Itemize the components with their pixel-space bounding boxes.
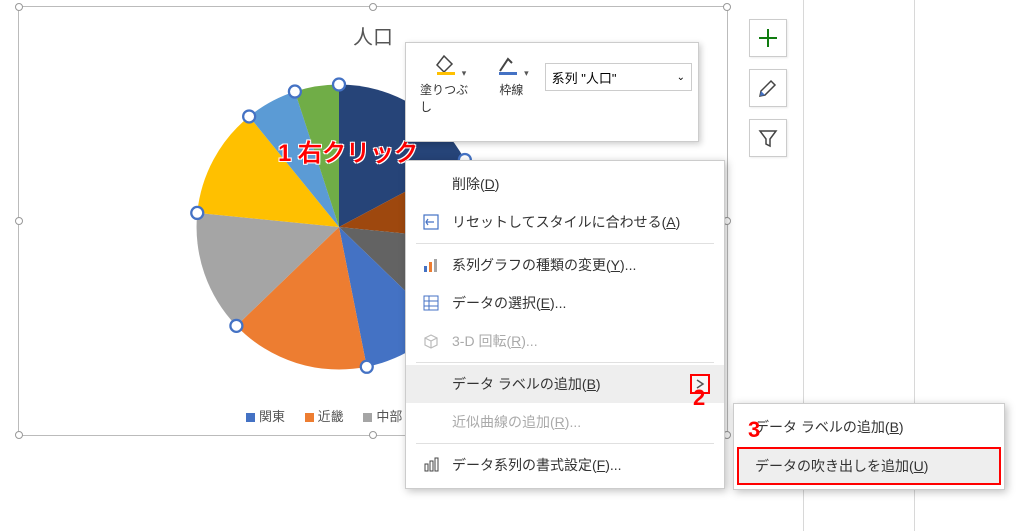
annotation-rightclick: 1 右クリック — [278, 133, 418, 168]
menu-change-chart-type[interactable]: 系列グラフの種類の変更(Y)... — [406, 246, 724, 284]
mini-toolbar: ▾ 塗りつぶし ▾ 枠線 系列 "人口" ⌄ — [405, 42, 699, 142]
context-menu: 削除(D) リセットしてスタイルに合わせる(A) 系列グラフの種類の変更(Y).… — [405, 160, 725, 489]
annotation-step3: 3 — [748, 417, 760, 443]
menu-select-data[interactable]: データの選択(E)... — [406, 284, 724, 322]
chart-title[interactable]: 人口 — [353, 21, 393, 50]
series-name: 系列 "人口" — [552, 68, 617, 87]
chart-styles-button[interactable] — [749, 69, 787, 107]
legend-label: 近畿 — [318, 409, 344, 424]
reset-icon — [420, 212, 442, 232]
menu-3d-rotation: 3-D 回転(R)... — [406, 322, 724, 360]
submenu-add-data-callout[interactable]: データの吹き出しを追加(U) — [737, 447, 1001, 485]
legend-label: 中部 — [376, 409, 402, 424]
series-selector[interactable]: 系列 "人口" ⌄ — [545, 63, 692, 91]
chevron-down-icon: ⌄ — [677, 72, 685, 83]
fill-icon — [432, 51, 460, 79]
outline-button[interactable]: ▾ 枠線 — [486, 49, 537, 100]
menu-format-data-series[interactable]: データ系列の書式設定(F)... — [406, 446, 724, 484]
menu-delete[interactable]: 削除(D) — [406, 165, 724, 203]
data-labels-submenu: データ ラベルの追加(B) データの吹き出しを追加(U) — [733, 403, 1005, 490]
chart-elements-button[interactable] — [749, 19, 787, 57]
menu-add-trendline: 近似曲線の追加(R)... — [406, 403, 724, 441]
legend-label: 関東 — [259, 409, 285, 424]
select-data-icon — [420, 293, 442, 313]
fill-label: 塗りつぶし — [420, 81, 478, 115]
outline-icon — [494, 51, 522, 79]
cube-icon — [420, 331, 442, 351]
format-icon — [420, 455, 442, 475]
chart-type-icon — [420, 255, 442, 275]
outline-label: 枠線 — [499, 81, 523, 98]
fill-button[interactable]: ▾ 塗りつぶし — [412, 49, 486, 117]
menu-add-data-labels[interactable]: データ ラベルの追加(B) — [406, 365, 724, 403]
annotation-step2: 2 — [693, 385, 705, 411]
submenu-add-data-labels[interactable]: データ ラベルの追加(B) — [737, 408, 1001, 446]
chart-filters-button[interactable] — [749, 119, 787, 157]
menu-reset-style[interactable]: リセットしてスタイルに合わせる(A) — [406, 203, 724, 241]
